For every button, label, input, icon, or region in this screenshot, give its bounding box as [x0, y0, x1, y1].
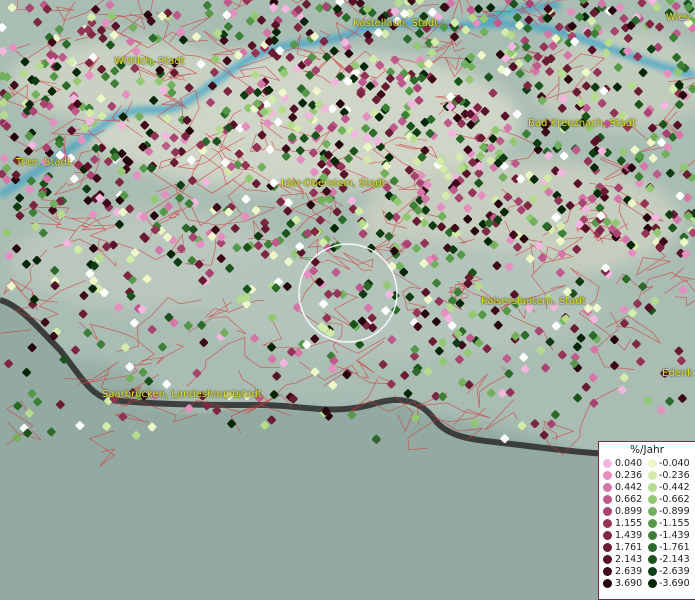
legend-row: 3.690 -3.690 — [599, 578, 695, 590]
legend-value-negative: -3.690 — [659, 578, 690, 589]
legend-value-positive: 2.143 — [615, 554, 643, 565]
legend-swatch-negative — [648, 579, 657, 588]
legend-value-negative: -2.639 — [659, 566, 690, 577]
legend: %/Jahr 0.040 -0.040 0.236 -0.236 0.442 -0.442… — [598, 441, 695, 600]
legend-swatch-positive — [603, 459, 612, 468]
legend-rows: 0.040 -0.040 0.236 -0.236 0.442 -0.442 0.662 -0… — [599, 458, 695, 590]
legend-row: 2.639 -2.639 — [599, 566, 695, 578]
place-label-kastellaun: Kastellaun, Stadt — [353, 18, 439, 29]
legend-value-positive: 0.662 — [615, 494, 643, 505]
legend-row: 1.155 -1.155 — [599, 518, 695, 530]
legend-value-negative: -1.155 — [659, 518, 690, 529]
legend-value-negative: -0.899 — [659, 506, 690, 517]
legend-swatch-positive — [603, 483, 612, 492]
place-label-wiesbaden: Wies — [666, 12, 690, 23]
legend-swatch-negative — [648, 495, 657, 504]
legend-value-positive: 2.639 — [615, 566, 643, 577]
legend-value-negative: -2.143 — [659, 554, 690, 565]
legend-value-positive: 0.899 — [615, 506, 643, 517]
legend-swatch-positive — [603, 579, 612, 588]
map-canvas[interactable] — [0, 0, 695, 600]
legend-value-negative: -1.761 — [659, 542, 690, 553]
legend-row: 0.899 -0.899 — [599, 506, 695, 518]
place-label-edenkoben: Edenk — [662, 368, 693, 379]
legend-swatch-negative — [648, 519, 657, 528]
legend-swatch-negative — [648, 543, 657, 552]
legend-swatch-positive — [603, 495, 612, 504]
legend-swatch-negative — [648, 555, 657, 564]
legend-value-positive: 1.439 — [615, 530, 643, 541]
legend-swatch-positive — [603, 543, 612, 552]
place-label-wittlich: Wittlich, Stadt — [114, 56, 185, 67]
legend-value-negative: -1.439 — [659, 530, 690, 541]
legend-value-positive: 0.442 — [615, 482, 643, 493]
legend-value-negative: -0.442 — [659, 482, 690, 493]
legend-value-negative: -0.040 — [659, 458, 690, 469]
place-label-bad-kreuznach: Bad Kreuznach, Stadt — [528, 118, 637, 129]
place-label-saarbruecken: Saarbrücken, Landeshauptstadt — [102, 389, 262, 400]
legend-swatch-negative — [648, 471, 657, 480]
legend-value-positive: 0.040 — [615, 458, 643, 469]
legend-row: 0.236 -0.236 — [599, 470, 695, 482]
legend-swatch-negative — [648, 483, 657, 492]
legend-value-positive: 1.761 — [615, 542, 643, 553]
legend-swatch-negative — [648, 459, 657, 468]
legend-row: 0.040 -0.040 — [599, 458, 695, 470]
legend-row: 0.662 -0.662 — [599, 494, 695, 506]
legend-value-negative: -0.662 — [659, 494, 690, 505]
legend-value-positive: 3.690 — [615, 578, 643, 589]
legend-row: 2.143 -2.143 — [599, 554, 695, 566]
legend-swatch-positive — [603, 507, 612, 516]
place-label-kaiserslautern: Kaiserslautern, Stadt — [481, 296, 586, 307]
legend-swatch-negative — [648, 507, 657, 516]
legend-value-positive: 1.155 — [615, 518, 643, 529]
legend-row: 1.761 -1.761 — [599, 542, 695, 554]
legend-value-positive: 0.236 — [615, 470, 643, 481]
legend-swatch-negative — [648, 531, 657, 540]
place-label-trier: Trier, Stadt — [16, 157, 71, 168]
legend-swatch-positive — [603, 519, 612, 528]
legend-row: 0.442 -0.442 — [599, 482, 695, 494]
legend-row: 1.439 -1.439 — [599, 530, 695, 542]
place-label-idar-oberstein: Idar-Oberstein, Stadt — [281, 178, 386, 189]
legend-swatch-positive — [603, 531, 612, 540]
legend-swatch-positive — [603, 555, 612, 564]
legend-swatch-positive — [603, 567, 612, 576]
legend-swatch-positive — [603, 471, 612, 480]
legend-value-negative: -0.236 — [659, 470, 690, 481]
map-view[interactable]: Kastellaun, Stadt Wies Wittlich, Stadt B… — [0, 0, 695, 600]
legend-swatch-negative — [648, 567, 657, 576]
legend-title: %/Jahr — [629, 444, 665, 456]
